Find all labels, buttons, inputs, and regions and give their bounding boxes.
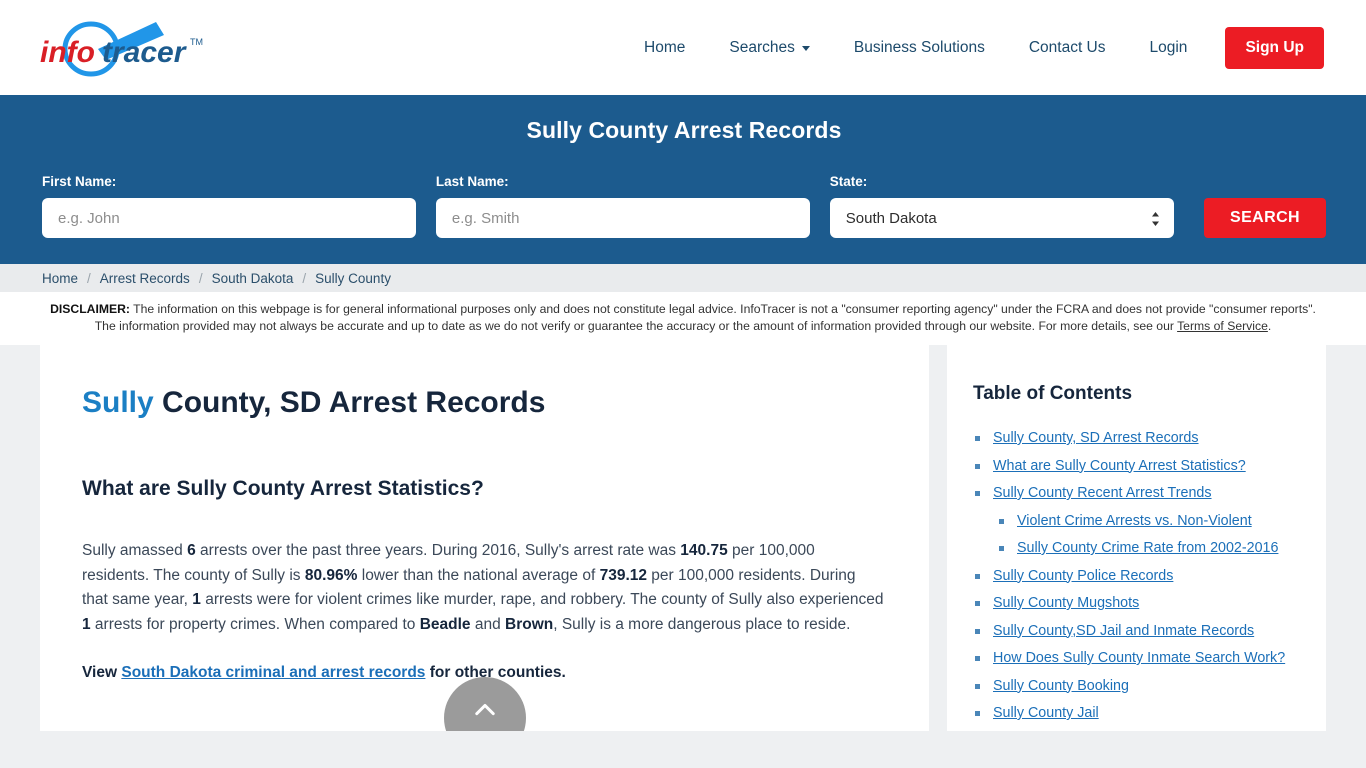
breadcrumb-separator: / [198,270,203,286]
toc-item: Sully County Police Records [973,567,1302,587]
toc-subitem: Violent Crime Arrests vs. Non-Violent [973,512,1302,532]
svg-text:TM: TM [190,37,203,47]
section-heading-statistics: What are Sully County Arrest Statistics? [82,477,484,500]
toc-item: What are Sully County Arrest Statistics? [973,457,1302,477]
page-title-rest: County, SD Arrest Records [153,386,546,419]
state-label: State: [829,174,868,189]
stat-percent-lower: 80.96% [304,566,358,584]
first-name-input[interactable] [42,198,416,238]
compare-county-beadle: Beadle [419,615,471,633]
toc-item: How Does Sully County Inmate Search Work… [973,649,1302,669]
toc-item: Sully County Mugshots [973,594,1302,614]
first-name-group: First Name: [42,174,416,238]
svg-text:tracer: tracer [102,36,188,69]
sign-up-button[interactable]: Sign Up [1225,26,1324,69]
nav-item-label: Searches [729,38,795,56]
toc-link-arrest-records[interactable]: Sully County, SD Arrest Records [993,430,1199,446]
page-title-accent: Sully [82,386,154,419]
toc-item: Sully County Jail [973,704,1302,724]
nav-item-home[interactable]: Home [622,29,707,67]
main-navigation: Home Searches Business Solutions Contact… [622,26,1324,69]
stat-violent-arrests: 1 [192,591,201,608]
search-form: First Name: Last Name: State: South Dako… [42,174,1326,238]
txt: and [470,615,506,633]
txt: arrests for property crimes. When compar… [90,615,420,633]
disclaimer-label: DISCLAIMER: [50,302,130,316]
nav-item-business-solutions[interactable]: Business Solutions [832,29,1007,67]
infotracer-logo-icon: info tracer TM [40,21,203,76]
view-prefix: View [82,664,122,681]
table-of-contents: Table of Contents Sully County, SD Arres… [947,345,1326,731]
site-header: info tracer TM Home Searches Business So… [0,0,1366,95]
stat-total-arrests: 6 [187,542,196,559]
stat-arrest-rate: 140.75 [680,542,728,559]
toc-link-jail[interactable]: Sully County Jail [993,705,1099,721]
toc-list: Sully County, SD Arrest Records What are… [973,429,1302,724]
txt: arrests over the past three years. Durin… [195,542,681,559]
toc-link-police-records[interactable]: Sully County Police Records [993,568,1173,584]
search-band: Sully County Arrest Records First Name: … [0,95,1366,264]
breadcrumb-item-south-dakota[interactable]: South Dakota [212,271,294,286]
nav-item-login[interactable]: Login [1128,29,1210,67]
toc-item: Sully County,SD Jail and Inmate Records [973,622,1302,642]
txt: arrests were for violent crimes like mur… [200,591,884,608]
disclaimer-text-end: . [1267,319,1272,333]
last-name-group: Last Name: [435,174,810,238]
south-dakota-records-link[interactable]: South Dakota criminal and arrest records [121,664,425,681]
statistics-paragraph: Sully amassed 6 arrests over the past th… [82,539,885,637]
stat-national-average: 739.12 [599,566,647,584]
toc-item: Sully County Recent Arrest Trends [973,484,1302,504]
disclaimer: DISCLAIMER: The information on this webp… [0,292,1366,345]
toc-link-booking[interactable]: Sully County Booking [993,678,1129,694]
nav-item-label: Login [1149,38,1188,56]
toc-link-mugshots[interactable]: Sully County Mugshots [993,595,1139,611]
chevron-down-icon [801,46,810,51]
nav-item-searches[interactable]: Searches [707,29,831,67]
disclaimer-text: The information on this webpage is for g… [94,302,1316,333]
breadcrumb-separator: / [302,270,307,286]
toc-link-recent-arrest-trends[interactable]: Sully County Recent Arrest Trends [993,485,1212,501]
scroll-to-top-button[interactable] [443,677,526,731]
nav-item-label: Contact Us [1028,38,1106,56]
toc-link-jail-inmate-records[interactable]: Sully County,SD Jail and Inmate Records [993,623,1254,639]
stat-property-arrests: 1 [82,615,91,633]
nav-item-contact-us[interactable]: Contact Us [1007,29,1128,67]
search-button[interactable]: SEARCH [1204,198,1326,238]
toc-link-violent-vs-nonviolent[interactable]: Violent Crime Arrests vs. Non-Violent [1017,513,1252,529]
chevron-up-icon [474,703,495,716]
toc-link-crime-rate-2002-2016[interactable]: Sully County Crime Rate from 2002-2016 [1017,540,1278,556]
nav-item-label: Home [644,38,686,56]
terms-of-service-link[interactable]: Terms of Service [1177,319,1268,333]
toc-link-inmate-search-work[interactable]: How Does Sully County Inmate Search Work… [993,650,1285,666]
breadcrumb-item-home[interactable]: Home [42,271,78,286]
nav-item-label: Business Solutions [853,38,985,56]
last-name-label: Last Name: [435,174,509,189]
page-title: Sully County, SD Arrest Records [82,385,885,421]
main-content: Sully County, SD Arrest Records What are… [40,345,929,731]
site-logo[interactable]: info tracer TM [38,17,228,79]
svg-text:info: info [40,36,95,69]
breadcrumb-item-arrest-records[interactable]: Arrest Records [100,271,190,286]
toc-subitem: Sully County Crime Rate from 2002-2016 [973,539,1302,559]
breadcrumb: Home / Arrest Records / South Dakota / S… [0,264,1366,292]
toc-title: Table of Contents [973,383,1133,404]
toc-item: Sully County, SD Arrest Records [973,429,1302,449]
page-heading: Sully County Arrest Records [526,117,842,143]
state-select[interactable]: South Dakota [829,198,1174,238]
txt: , Sully is a more dangerous place to res… [553,615,851,633]
page-body: Sully County, SD Arrest Records What are… [0,345,1366,731]
last-name-input[interactable] [435,198,810,238]
state-group: State: South Dakota [829,174,1174,238]
txt: Sully amassed [82,542,188,559]
txt: lower than the national average of [357,566,600,584]
compare-county-brown: Brown [505,615,554,633]
breadcrumb-separator: / [87,270,91,286]
toc-link-arrest-statistics[interactable]: What are Sully County Arrest Statistics? [993,458,1246,474]
first-name-label: First Name: [42,174,117,189]
breadcrumb-item-sully-county: Sully County [315,270,391,286]
toc-item: Sully County Booking [973,677,1302,697]
